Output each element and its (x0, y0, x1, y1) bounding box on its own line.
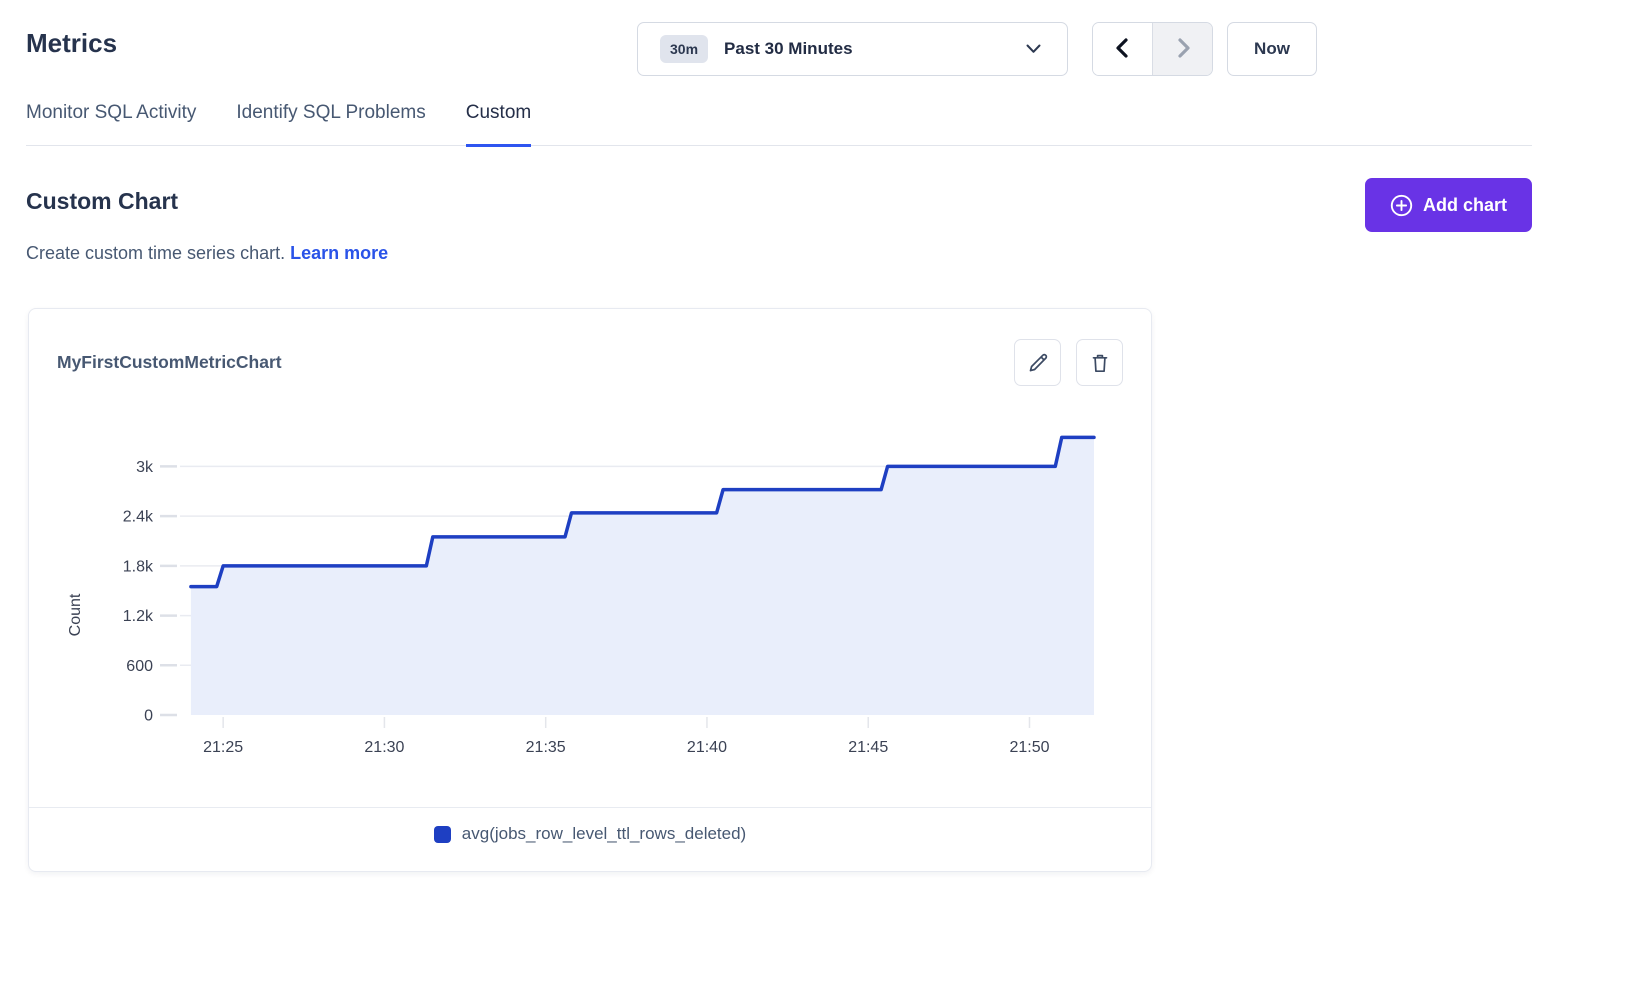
tab-identify-sql-problems[interactable]: Identify SQL Problems (236, 102, 425, 147)
chevron-left-icon (1112, 36, 1134, 63)
time-range-picker[interactable]: 30m Past 30 Minutes (637, 22, 1068, 76)
tab-monitor-sql-activity[interactable]: Monitor SQL Activity (26, 102, 196, 147)
prev-time-button[interactable] (1093, 23, 1152, 75)
plus-circle-icon (1390, 194, 1413, 217)
pencil-icon (1026, 351, 1050, 375)
svg-text:21:35: 21:35 (526, 739, 566, 756)
svg-text:1.2k: 1.2k (123, 608, 154, 625)
chevron-right-icon (1172, 36, 1194, 63)
svg-text:3k: 3k (136, 459, 154, 476)
subtitle-text: Create custom time series chart. (26, 243, 285, 263)
legend-label: avg(jobs_row_level_ttl_rows_deleted) (462, 824, 746, 844)
add-chart-label: Add chart (1423, 195, 1507, 216)
legend-swatch (434, 826, 451, 843)
delete-chart-button[interactable] (1076, 339, 1123, 386)
svg-text:21:30: 21:30 (364, 739, 404, 756)
section-title: Custom Chart (26, 188, 178, 215)
svg-text:1.8k: 1.8k (123, 558, 154, 575)
svg-text:21:50: 21:50 (1009, 739, 1049, 756)
svg-text:21:40: 21:40 (687, 739, 727, 756)
chart-legend: avg(jobs_row_level_ttl_rows_deleted) (29, 808, 1151, 844)
time-series-chart: 0 600 1.2k 1.8k 2.4k 3k 21:25 21:30 21:35 21:40 21… (56, 390, 1124, 790)
section-subtitle: Create custom time series chart. Learn m… (26, 243, 388, 264)
now-button[interactable]: Now (1227, 22, 1317, 76)
next-time-button[interactable] (1152, 23, 1212, 75)
time-range-label: Past 30 Minutes (724, 39, 853, 59)
time-range-badge: 30m (660, 35, 708, 63)
svg-text:21:25: 21:25 (203, 739, 243, 756)
chart-actions (1014, 339, 1123, 386)
svg-text:600: 600 (126, 658, 153, 675)
svg-text:21:45: 21:45 (848, 739, 888, 756)
chevron-down-icon (1026, 44, 1041, 54)
edit-chart-button[interactable] (1014, 339, 1061, 386)
chart-card-header: MyFirstCustomMetricChart (29, 309, 1151, 386)
add-chart-button[interactable]: Add chart (1365, 178, 1532, 232)
page-title: Metrics (26, 28, 117, 59)
time-pager (1092, 22, 1213, 76)
custom-chart-card: MyFirstCustomMetricChart (28, 308, 1152, 872)
svg-text:2.4k: 2.4k (123, 509, 154, 526)
svg-text:0: 0 (144, 708, 153, 725)
tab-custom[interactable]: Custom (466, 102, 531, 147)
trash-icon (1088, 351, 1112, 375)
metrics-tabs: Monitor SQL Activity Identify SQL Proble… (26, 102, 1532, 146)
chart-title: MyFirstCustomMetricChart (57, 352, 282, 373)
learn-more-link[interactable]: Learn more (290, 243, 388, 263)
svg-text:Count: Count (67, 593, 84, 636)
